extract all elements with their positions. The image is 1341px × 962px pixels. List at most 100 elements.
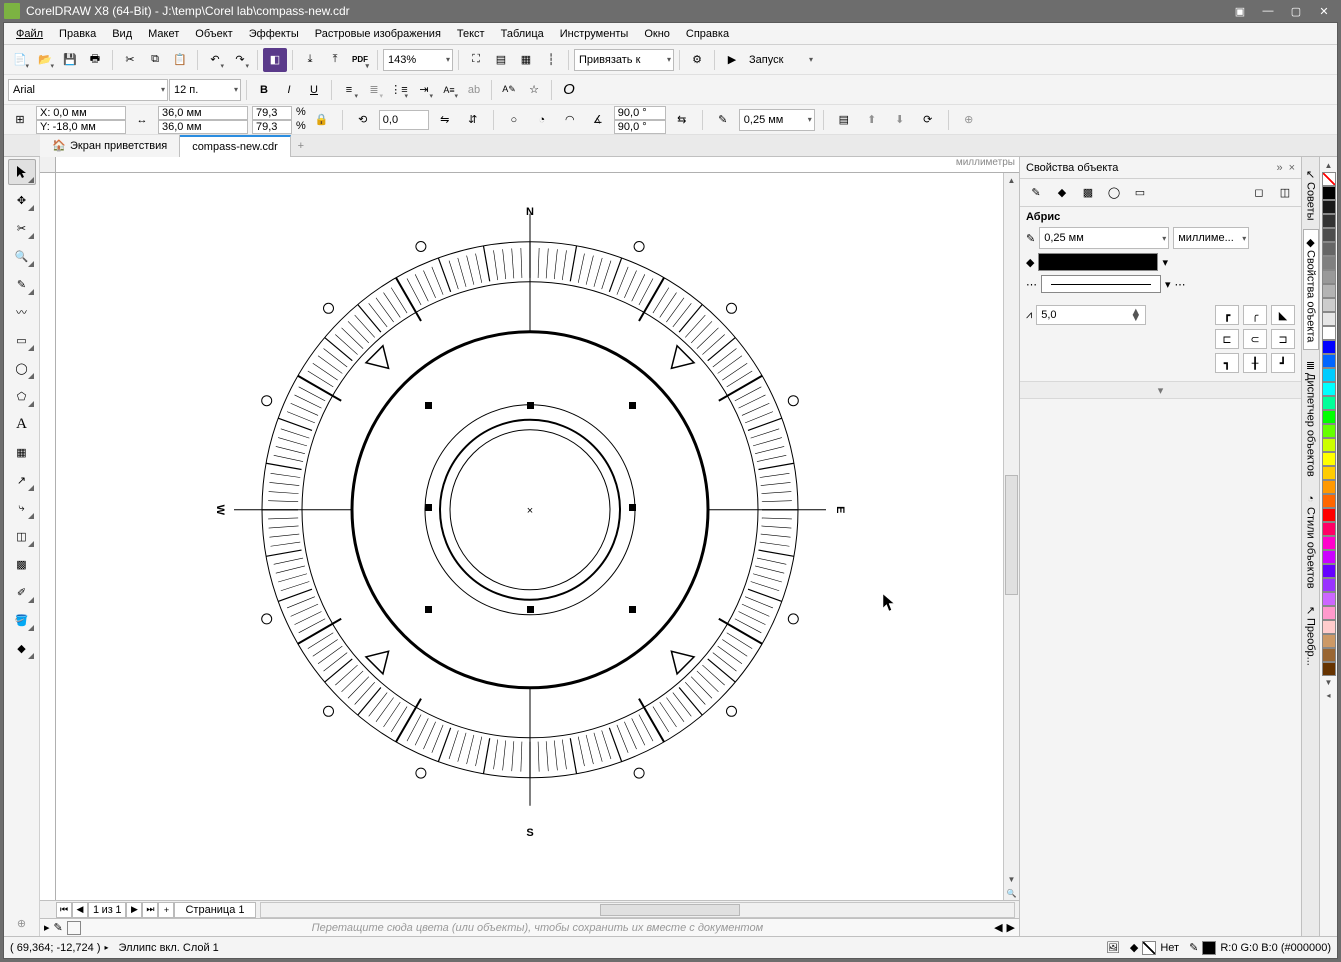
color-swatch[interactable] [1322, 396, 1336, 410]
color-swatch[interactable] [1322, 312, 1336, 326]
color-swatch[interactable] [1322, 200, 1336, 214]
grid-button[interactable]: ▦ [514, 48, 538, 72]
color-swatch[interactable] [1322, 494, 1336, 508]
corner-miter-button[interactable]: ┏ [1215, 305, 1239, 325]
color-swatch[interactable] [1322, 270, 1336, 284]
scale-x-field[interactable]: 79,3 [252, 106, 292, 120]
color-swatch[interactable] [1322, 466, 1336, 480]
save-button[interactable]: 💾 [58, 48, 82, 72]
cap-square-button[interactable]: ⊐ [1271, 329, 1295, 349]
menu-bitmaps[interactable]: Растровые изображения [307, 26, 449, 42]
palette-flyout-button[interactable]: ◂ [1324, 689, 1332, 702]
rectangle-tool[interactable]: ▭ [8, 327, 36, 353]
dimension-tool[interactable]: ↗ [8, 467, 36, 493]
to-front-button[interactable]: ⬆ [860, 108, 884, 132]
color-swatch[interactable] [1322, 452, 1336, 466]
scale-y-field[interactable]: 79,3 [252, 120, 292, 134]
page-last-button[interactable]: ⏭ [142, 902, 158, 918]
color-swatch[interactable] [1322, 662, 1336, 676]
outline-units-field[interactable]: миллиме...▾ [1173, 227, 1249, 249]
palette-scroll-left[interactable]: ◀ [994, 921, 1002, 934]
dropcap-button[interactable]: A≡ [437, 78, 461, 102]
drawing-canvas[interactable]: N S W E × [56, 173, 1003, 900]
pos-outside-button[interactable]: ┓ [1215, 353, 1239, 373]
effect-tool[interactable]: ◫ [8, 523, 36, 549]
color-swatch[interactable] [1322, 382, 1336, 396]
undo-button[interactable]: ↶ [203, 48, 227, 72]
copy-button[interactable]: ⧉ [143, 48, 167, 72]
options-button[interactable]: ⚙ [685, 48, 709, 72]
dash-more-button[interactable]: ⋯ [1175, 278, 1186, 291]
mirror-v-button[interactable]: ⇵ [461, 108, 485, 132]
color-swatch[interactable] [1322, 634, 1336, 648]
snap-combo[interactable]: Привязать к▾ [574, 49, 674, 71]
obj-origin-button[interactable]: ⊞ [8, 108, 32, 132]
docktab-transform[interactable]: ↗Преобр... [1303, 597, 1319, 673]
color-swatch[interactable] [1322, 508, 1336, 522]
menu-window[interactable]: Окно [636, 26, 678, 42]
menu-table[interactable]: Таблица [493, 26, 552, 42]
tab-document[interactable]: compass-new.cdr [180, 135, 291, 157]
color-swatch[interactable] [1322, 592, 1336, 606]
docker-undock-button[interactable]: » [1276, 162, 1282, 174]
color-swatch[interactable] [1322, 648, 1336, 662]
color-swatch[interactable] [1322, 228, 1336, 242]
current-fill-swatch[interactable] [1142, 941, 1156, 955]
pos-x-field[interactable]: X: 0,0 мм [36, 106, 126, 120]
color-swatch[interactable] [1322, 410, 1336, 424]
menu-file[interactable]: Файл [8, 26, 51, 42]
color-swatch[interactable] [1322, 480, 1336, 494]
table-tool[interactable]: ▦ [8, 439, 36, 465]
launch-combo[interactable]: Запуск▾ [745, 49, 815, 71]
import-button[interactable]: ⤓ [298, 48, 322, 72]
page-first-button[interactable]: ⏮ [56, 902, 72, 918]
paste-button[interactable]: 📋 [168, 48, 192, 72]
lock-ratio-button[interactable]: 🔒 [310, 108, 334, 132]
crop-tool[interactable]: ✂ [8, 215, 36, 241]
color-swatch[interactable] [1322, 536, 1336, 550]
bold-button[interactable]: B [252, 78, 276, 102]
pos-center-button[interactable]: ╂ [1243, 353, 1267, 373]
page-next-button[interactable]: ▶ [126, 902, 142, 918]
color-swatch[interactable] [1322, 340, 1336, 354]
menu-help[interactable]: Справка [678, 26, 737, 42]
palette-scroll-right[interactable]: ▶ [1007, 921, 1015, 934]
no-color-swatch[interactable] [67, 921, 81, 935]
color-swatch[interactable] [1322, 284, 1336, 298]
redo-button[interactable]: ↷ [228, 48, 252, 72]
palette-down-button[interactable]: ▼ [1323, 676, 1335, 689]
color-picker-dd[interactable]: ▾ [1162, 256, 1168, 269]
color-swatch[interactable] [1322, 298, 1336, 312]
swap-angles-button[interactable]: ⇆ [670, 108, 694, 132]
zoom-tool[interactable]: 🔍 [8, 243, 36, 269]
convert-curves-button[interactable]: ⟳ [916, 108, 940, 132]
edit-text-button[interactable]: A✎ [497, 78, 521, 102]
color-swatch[interactable] [1322, 186, 1336, 200]
corner-bevel-button[interactable]: ◣ [1271, 305, 1295, 325]
outline-color-field[interactable] [1038, 253, 1158, 271]
selection-handle[interactable] [425, 504, 432, 511]
menu-view[interactable]: Вид [104, 26, 140, 42]
docktab-object-props[interactable]: ◆Свойства объекта [1303, 229, 1319, 349]
color-swatch[interactable] [1322, 606, 1336, 620]
freehand-tool[interactable]: ✎ [8, 271, 36, 297]
selection-handle[interactable] [629, 402, 636, 409]
view-mode-2-button[interactable]: ◫ [1273, 181, 1297, 205]
text-tool-button[interactable]: ab [462, 78, 486, 102]
search-content-button[interactable]: ◧ [263, 48, 287, 72]
font-size-combo[interactable]: 12 п.▾ [169, 79, 241, 101]
menu-object[interactable]: Объект [187, 26, 240, 42]
color-swatch[interactable] [1322, 438, 1336, 452]
height-field[interactable]: 36,0 мм [158, 120, 248, 134]
toolbox-more-button[interactable]: ⊕ [8, 910, 36, 936]
vertical-scrollbar[interactable]: ▲ ▼ 🔍 [1003, 173, 1019, 900]
tab-transparency-icon[interactable]: ▩ [1076, 181, 1100, 205]
tab-welcome[interactable]: 🏠Экран приветствия [40, 135, 180, 157]
close-button[interactable]: ✕ [1311, 2, 1337, 20]
align-button[interactable]: ≡ [337, 78, 361, 102]
open-button[interactable]: 📂 [33, 48, 57, 72]
fill-tool[interactable]: 🪣 [8, 607, 36, 633]
docktab-object-styles[interactable]: ◔Стили объектов [1303, 486, 1319, 596]
shape-tool[interactable]: ✥ [8, 187, 36, 213]
no-color-swatch[interactable] [1322, 172, 1336, 186]
